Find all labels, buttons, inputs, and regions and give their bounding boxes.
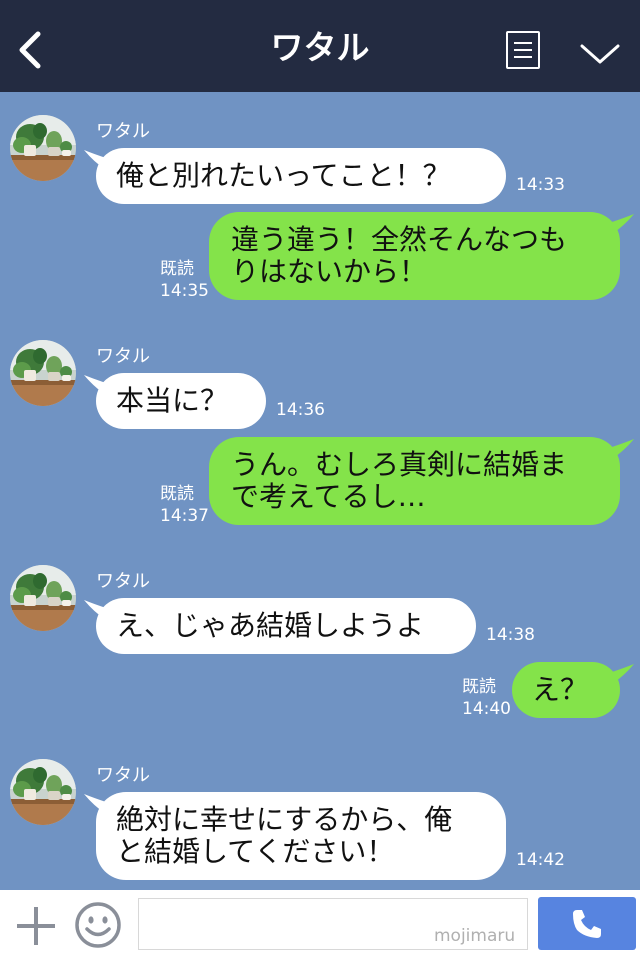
note-icon[interactable] bbox=[506, 31, 540, 69]
bubble-tail bbox=[612, 214, 634, 234]
message-bubble[interactable]: え？ bbox=[512, 662, 620, 718]
message-text-line: りはないから！ bbox=[231, 255, 428, 288]
timestamp: 14:37 bbox=[160, 506, 209, 526]
message-bubble[interactable]: 本当に？ bbox=[96, 373, 266, 429]
read-receipt: 既読 bbox=[462, 677, 496, 697]
phone-icon bbox=[573, 910, 601, 938]
avatar[interactable] bbox=[10, 565, 76, 631]
avatar[interactable] bbox=[10, 759, 76, 825]
bubble-tail bbox=[612, 664, 634, 684]
message-text: え？ bbox=[532, 673, 589, 706]
plus-icon[interactable] bbox=[14, 904, 58, 948]
sender-name: ワタル bbox=[96, 571, 150, 592]
smiley-icon[interactable] bbox=[74, 901, 122, 949]
message-bubble[interactable]: 絶対に幸せにするから、俺 と結婚してください！ bbox=[96, 792, 506, 880]
message-bubble[interactable]: え、じゃあ結婚しようよ bbox=[96, 598, 476, 654]
message-text: え、じゃあ結婚しようよ bbox=[116, 609, 425, 642]
avatar[interactable] bbox=[10, 340, 76, 406]
message-bubble[interactable]: 俺と別れたいってこと！？ bbox=[96, 148, 506, 204]
message-text-line: 違う違う！全然そんなつも bbox=[231, 223, 568, 256]
watermark: mojimaru bbox=[434, 926, 516, 946]
sender-name: ワタル bbox=[96, 346, 150, 367]
timestamp: 14:33 bbox=[516, 175, 565, 195]
message-text: 俺と別れたいってこと！？ bbox=[116, 159, 451, 192]
message-text-line: うん。むしろ真剣に結婚ま bbox=[231, 448, 568, 481]
message-text: 本当に？ bbox=[116, 384, 229, 417]
chevron-down-icon[interactable] bbox=[580, 42, 620, 66]
message-text-line: と結婚してください！ bbox=[116, 835, 395, 868]
chat-header: ワタル bbox=[0, 0, 640, 92]
timestamp: 14:35 bbox=[160, 281, 209, 301]
chat-title: ワタル bbox=[270, 28, 370, 67]
timestamp: 14:42 bbox=[516, 850, 565, 870]
message-bubble[interactable]: 違う違う！全然そんなつも りはないから！ bbox=[209, 212, 620, 300]
call-button[interactable] bbox=[538, 897, 636, 950]
timestamp: 14:40 bbox=[462, 699, 511, 719]
avatar[interactable] bbox=[10, 115, 76, 181]
message-text-line: 絶対に幸せにするから、俺 bbox=[116, 803, 453, 836]
message-bubble[interactable]: うん。むしろ真剣に結婚ま で考えてるし… bbox=[209, 437, 620, 525]
read-receipt: 既読 bbox=[160, 484, 194, 504]
timestamp: 14:36 bbox=[276, 400, 325, 420]
sender-name: ワタル bbox=[96, 765, 150, 786]
message-text-line: で考えてるし… bbox=[231, 480, 426, 513]
sender-name: ワタル bbox=[96, 121, 150, 142]
read-receipt: 既読 bbox=[160, 259, 194, 279]
bubble-tail bbox=[612, 439, 634, 459]
timestamp: 14:38 bbox=[486, 625, 535, 645]
